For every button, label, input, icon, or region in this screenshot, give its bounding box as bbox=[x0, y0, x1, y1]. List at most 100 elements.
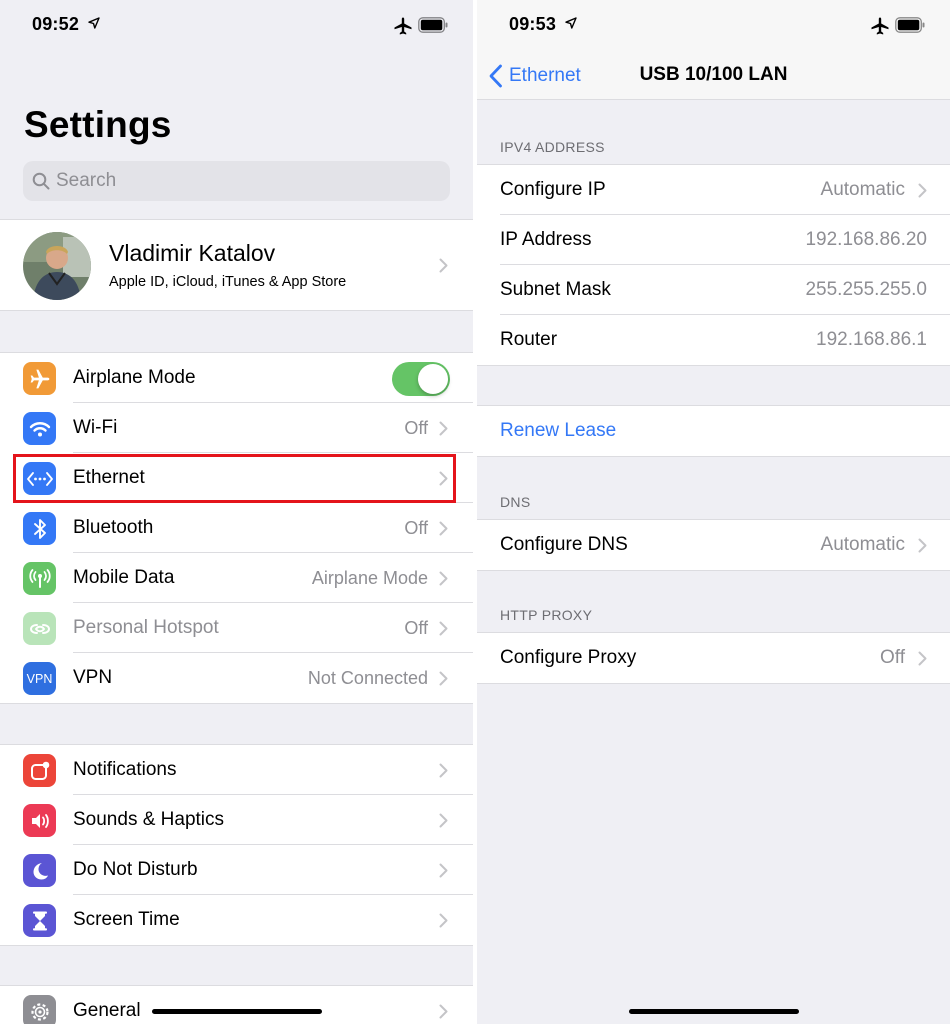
airplane-mode-toggle[interactable] bbox=[392, 362, 450, 396]
row-label: Configure Proxy bbox=[500, 647, 637, 668]
row-value: Not Connected bbox=[307, 668, 428, 688]
notifications-icon bbox=[23, 754, 56, 787]
search-icon bbox=[32, 172, 50, 190]
ethernet-highlight-box bbox=[13, 454, 456, 503]
chevron-right-icon bbox=[439, 421, 448, 436]
gear-icon bbox=[23, 995, 56, 1024]
home-indicator bbox=[629, 1009, 799, 1014]
chevron-right-icon bbox=[918, 651, 927, 666]
row-label: Router bbox=[500, 329, 558, 350]
chevron-right-icon bbox=[918, 538, 927, 553]
vpn-icon: VPN bbox=[23, 662, 56, 695]
row-value: 192.168.86.1 bbox=[816, 329, 927, 350]
row-label: Airplane Mode bbox=[73, 367, 196, 388]
chevron-right-icon bbox=[439, 913, 448, 928]
row-value: Airplane Mode bbox=[311, 568, 428, 588]
row-label: Notifications bbox=[73, 759, 177, 780]
row-general[interactable]: General bbox=[0, 986, 473, 1024]
ethernet-detail-screen: 09:53 Ethernet USB 10/100 LAN IPV4 ADDRE… bbox=[477, 0, 950, 1024]
profile-name: Vladimir Katalov bbox=[109, 240, 276, 266]
row-label: Wi-Fi bbox=[73, 417, 118, 438]
chevron-right-icon bbox=[439, 521, 448, 536]
row-label: Configure IP bbox=[500, 179, 606, 200]
row-label: General bbox=[73, 1000, 141, 1021]
ipv4-group: Configure IP Automatic IP Address 192.16… bbox=[477, 164, 950, 366]
profile-subtitle: Apple ID, iCloud, iTunes & App Store bbox=[109, 274, 347, 290]
status-bar: 09:53 bbox=[477, 0, 950, 52]
connectivity-group: Airplane Mode Wi-Fi Off Ethernet Bluetoo… bbox=[0, 352, 473, 704]
location-arrow-icon bbox=[565, 17, 577, 29]
row-label: Sounds & Haptics bbox=[73, 809, 225, 830]
row-value: 255.255.255.0 bbox=[805, 279, 927, 300]
section-header-ipv4: IPV4 ADDRESS bbox=[500, 139, 605, 155]
row-vpn[interactable]: VPN VPN Not Connected bbox=[0, 653, 473, 703]
row-value: Automatic bbox=[820, 534, 905, 555]
row-configure-ip[interactable]: Configure IP Automatic bbox=[477, 165, 950, 215]
chevron-right-icon bbox=[439, 863, 448, 878]
row-label: Configure DNS bbox=[500, 534, 628, 555]
row-sounds-haptics[interactable]: Sounds & Haptics bbox=[0, 795, 473, 845]
chevron-right-icon bbox=[439, 1004, 448, 1019]
row-label: Subnet Mask bbox=[500, 279, 611, 300]
row-notifications[interactable]: Notifications bbox=[0, 745, 473, 795]
moon-icon bbox=[23, 854, 56, 887]
chevron-right-icon bbox=[439, 258, 448, 273]
chevron-right-icon bbox=[918, 183, 927, 198]
row-configure-proxy[interactable]: Configure Proxy Off bbox=[477, 633, 950, 683]
row-bluetooth[interactable]: Bluetooth Off bbox=[0, 503, 473, 553]
status-bar: 09:52 bbox=[0, 0, 473, 52]
dns-group: Configure DNS Automatic bbox=[477, 519, 950, 571]
row-value: Off bbox=[404, 418, 428, 438]
row-value: Off bbox=[404, 518, 428, 538]
section-header-dns: DNS bbox=[500, 494, 531, 510]
notifications-group: Notifications Sounds & Haptics Do Not Di… bbox=[0, 744, 473, 946]
status-time: 09:53 bbox=[509, 14, 557, 34]
page-title: Settings bbox=[24, 104, 172, 145]
battery-icon bbox=[418, 17, 448, 33]
renew-lease-button[interactable]: Renew Lease bbox=[500, 406, 616, 456]
settings-screen: 09:52 Settings Vladimir Katalov Apple ID… bbox=[0, 0, 473, 1024]
avatar bbox=[23, 232, 91, 300]
row-router: Router 192.168.86.1 bbox=[477, 315, 950, 365]
general-group: General bbox=[0, 985, 473, 1024]
row-label: Personal Hotspot bbox=[73, 617, 219, 638]
row-wifi[interactable]: Wi-Fi Off bbox=[0, 403, 473, 453]
row-label: Mobile Data bbox=[73, 567, 175, 588]
row-label: VPN bbox=[73, 667, 113, 688]
row-label: Bluetooth bbox=[73, 517, 154, 538]
row-ip-address: IP Address 192.168.86.20 bbox=[477, 215, 950, 265]
home-indicator bbox=[152, 1009, 322, 1014]
row-airplane-mode[interactable]: Airplane Mode bbox=[0, 353, 473, 403]
renew-lease-group: Renew Lease bbox=[477, 405, 950, 457]
row-personal-hotspot: Personal Hotspot Off bbox=[0, 603, 473, 653]
bluetooth-icon bbox=[23, 512, 56, 545]
search-bar[interactable] bbox=[23, 161, 450, 201]
status-time: 09:52 bbox=[32, 14, 80, 34]
row-value: Off bbox=[404, 618, 428, 638]
chevron-right-icon bbox=[439, 571, 448, 586]
hourglass-icon bbox=[23, 904, 56, 937]
row-screen-time[interactable]: Screen Time bbox=[0, 895, 473, 945]
row-label: Do Not Disturb bbox=[73, 859, 198, 880]
wifi-icon bbox=[23, 412, 56, 445]
row-label: IP Address bbox=[500, 229, 592, 250]
search-input[interactable] bbox=[56, 161, 436, 201]
nav-title: USB 10/100 LAN bbox=[639, 64, 788, 85]
row-subnet-mask: Subnet Mask 255.255.255.0 bbox=[477, 265, 950, 315]
row-configure-dns[interactable]: Configure DNS Automatic bbox=[477, 520, 950, 570]
apple-id-profile-row[interactable]: Vladimir Katalov Apple ID, iCloud, iTune… bbox=[0, 219, 473, 311]
row-renew-lease[interactable]: Renew Lease bbox=[477, 406, 950, 456]
hotspot-icon bbox=[23, 612, 56, 645]
chevron-right-icon bbox=[439, 763, 448, 778]
sound-icon bbox=[23, 804, 56, 837]
row-value: 192.168.86.20 bbox=[805, 229, 927, 250]
proxy-group: Configure Proxy Off bbox=[477, 632, 950, 684]
row-mobile-data[interactable]: Mobile Data Airplane Mode bbox=[0, 553, 473, 603]
row-label: Screen Time bbox=[73, 909, 180, 930]
airplane-status-icon bbox=[394, 17, 412, 35]
location-arrow-icon bbox=[88, 17, 100, 29]
row-do-not-disturb[interactable]: Do Not Disturb bbox=[0, 845, 473, 895]
section-header-http-proxy: HTTP PROXY bbox=[500, 607, 593, 623]
battery-icon bbox=[895, 17, 925, 33]
row-value: Automatic bbox=[820, 179, 905, 200]
